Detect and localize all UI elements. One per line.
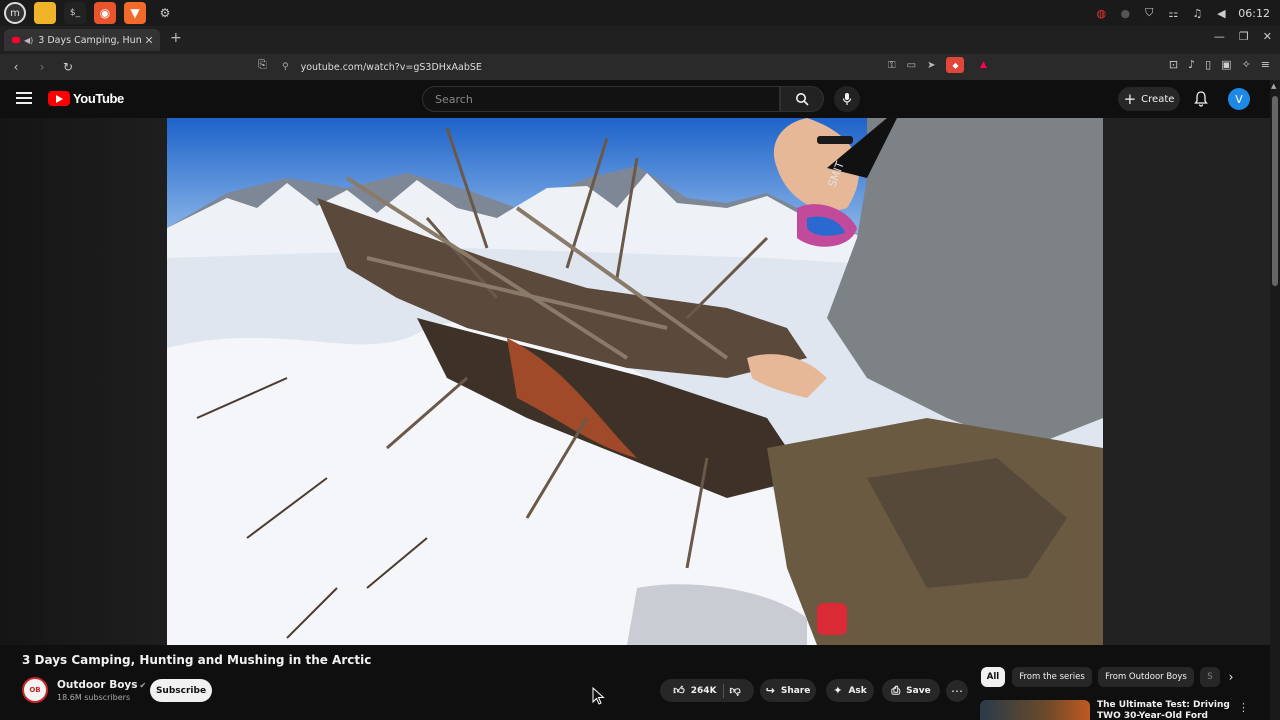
files-app-icon[interactable]	[34, 2, 56, 24]
subscribe-button[interactable]: Subscribe	[150, 679, 212, 702]
bookmark-save-icon: ⎙	[891, 683, 901, 697]
url-text[interactable]: youtube.com/watch?v=gS3DHxAabSE	[301, 62, 482, 73]
recommendation-thumbnail[interactable]	[980, 700, 1090, 720]
channel-name-text[interactable]: Outdoor Boys	[57, 679, 138, 691]
mouse-cursor-icon	[592, 687, 605, 705]
sparkle-icon: ✦	[833, 684, 843, 697]
youtube-logo[interactable]: YouTube	[48, 91, 124, 106]
save-label: Save	[906, 685, 931, 696]
subscriber-count: 18.6M subscribers	[57, 693, 131, 702]
shield-icon[interactable]: ⛉	[1142, 6, 1156, 20]
youtube-play-icon	[48, 91, 70, 106]
ask-label: Ask	[848, 685, 867, 696]
video-player[interactable]: SMIT	[167, 118, 1103, 645]
close-tab-icon[interactable]: ✕	[142, 34, 156, 47]
bookmark-icon[interactable]: ⎘	[258, 58, 267, 72]
search-placeholder: Search	[435, 92, 473, 106]
back-icon[interactable]: ‹	[10, 60, 22, 74]
browser-menu-icon[interactable]: ≡	[1261, 58, 1270, 71]
thumbs-up-icon: 👍︎	[673, 684, 685, 697]
sidebar-icon[interactable]: ▯	[1205, 58, 1211, 71]
channel-name[interactable]: Outdoor Boys ✔	[57, 679, 146, 691]
tab-title: 3 Days Camping, Hunting a	[38, 34, 142, 46]
chip-from-the-series[interactable]: From the series	[1012, 667, 1092, 687]
voice-search-button[interactable]	[834, 86, 860, 112]
leo-ai-icon[interactable]: ✧	[1242, 58, 1251, 71]
browser-tab[interactable]: ◀) 3 Days Camping, Hunting a ✕	[4, 29, 160, 51]
create-button[interactable]: + Create	[1118, 87, 1180, 111]
network-icon[interactable]: ⚏	[1166, 6, 1180, 20]
media-control-icon[interactable]: ♪	[1188, 58, 1195, 71]
chip-partial[interactable]: S	[1200, 667, 1220, 687]
status-dot-icon: ●	[1120, 6, 1131, 20]
maximize-icon[interactable]: ❐	[1239, 30, 1249, 43]
user-avatar[interactable]: V	[1228, 88, 1250, 110]
dislike-button[interactable]: 👎︎	[730, 684, 741, 697]
share-icon: ↪	[765, 684, 775, 697]
more-horizontal-icon: ⋯	[951, 684, 963, 698]
clock[interactable]: 06:12	[1238, 7, 1270, 20]
notifications-bell-icon[interactable]	[1192, 90, 1210, 108]
settings-app-icon[interactable]: ⚙	[154, 2, 176, 24]
update-icon[interactable]: ◍	[1094, 6, 1108, 20]
password-key-icon[interactable]: ⚿	[888, 60, 896, 71]
create-label: Create	[1141, 93, 1175, 105]
guide-menu-icon[interactable]	[16, 90, 32, 106]
video-frame: SMIT	[167, 118, 1103, 645]
youtube-wordmark: YouTube	[73, 91, 124, 106]
like-divider	[722, 683, 724, 698]
share-label: Share	[780, 685, 811, 696]
media-icon[interactable]: ♫	[1190, 6, 1204, 20]
scrollbar-thumb[interactable]	[1272, 96, 1278, 286]
address-bar-tools: ⚿ ▭ ➤ ◆ ▲	[888, 57, 991, 73]
youtube-favicon-icon	[12, 37, 20, 43]
chip-all[interactable]: All	[981, 667, 1005, 687]
cast-icon[interactable]: ▭	[907, 60, 916, 71]
microphone-icon	[842, 93, 852, 105]
search-button[interactable]	[780, 86, 824, 112]
chevron-right-icon[interactable]: ›	[1222, 668, 1240, 686]
more-actions-button[interactable]: ⋯	[946, 680, 968, 702]
terminal-app-icon[interactable]: $_	[64, 2, 86, 24]
brave-rewards-icon[interactable]: ▲	[975, 57, 991, 73]
search-icon	[796, 93, 809, 106]
site-info-icon[interactable]: ⚲	[282, 62, 289, 72]
save-button[interactable]: ⎙ Save	[882, 679, 940, 702]
brave-shields-icon[interactable]: ◆	[946, 57, 965, 73]
forward-icon[interactable]: ›	[36, 60, 48, 74]
firefox-app-icon[interactable]: ◉	[94, 2, 116, 24]
minimize-icon[interactable]: —	[1214, 30, 1225, 43]
share-button[interactable]: ↪ Share	[760, 679, 816, 702]
verified-badge-icon: ✔	[139, 681, 147, 690]
like-dislike-group: 👍︎ 264K 👎︎	[660, 679, 754, 702]
channel-avatar[interactable]: OB	[22, 677, 48, 703]
scroll-up-icon[interactable]: ▲	[1271, 82, 1276, 90]
reload-icon[interactable]: ↻	[62, 60, 74, 74]
window-controls: — ❐ ✕	[1214, 30, 1272, 43]
search-input[interactable]: Search	[422, 86, 780, 112]
audio-playing-icon[interactable]: ◀)	[24, 36, 33, 45]
video-title: 3 Days Camping, Hunting and Mushing in t…	[22, 653, 372, 667]
send-icon[interactable]: ➤	[927, 60, 935, 71]
close-window-icon[interactable]: ✕	[1263, 30, 1272, 43]
new-tab-button[interactable]: +	[170, 30, 182, 46]
like-count: 264K	[690, 685, 717, 696]
browser-tabbar: ◀) 3 Days Camping, Hunting a ✕	[0, 26, 1280, 54]
thumbs-down-icon: 👎︎	[729, 684, 741, 697]
browser-tools: ⊡ ♪ ▯ ▣ ✧ ≡	[1169, 58, 1270, 71]
recommendation-menu-icon[interactable]: ⋮	[1238, 701, 1249, 714]
recommendation-title[interactable]: The Ultimate Test: Driving TWO 30-Year-O…	[1097, 700, 1237, 720]
chip-from-outdoor-boys[interactable]: From Outdoor Boys	[1098, 667, 1194, 687]
os-taskbar: m $_ ◉ ▼ ⚙ ◍ ● ⛉ ⚏ ♫ ◀ 06:12	[0, 0, 1280, 26]
mint-menu-icon[interactable]: m	[4, 2, 26, 24]
screenshot-icon[interactable]: ⊡	[1169, 58, 1178, 71]
plus-icon: +	[1123, 90, 1137, 108]
wallet-icon[interactable]: ▣	[1221, 58, 1231, 71]
brave-app-icon[interactable]: ▼	[124, 2, 146, 24]
ask-button[interactable]: ✦ Ask	[826, 679, 874, 702]
like-button[interactable]: 👍︎ 264K	[673, 684, 716, 697]
volume-icon[interactable]: ◀	[1214, 6, 1228, 20]
